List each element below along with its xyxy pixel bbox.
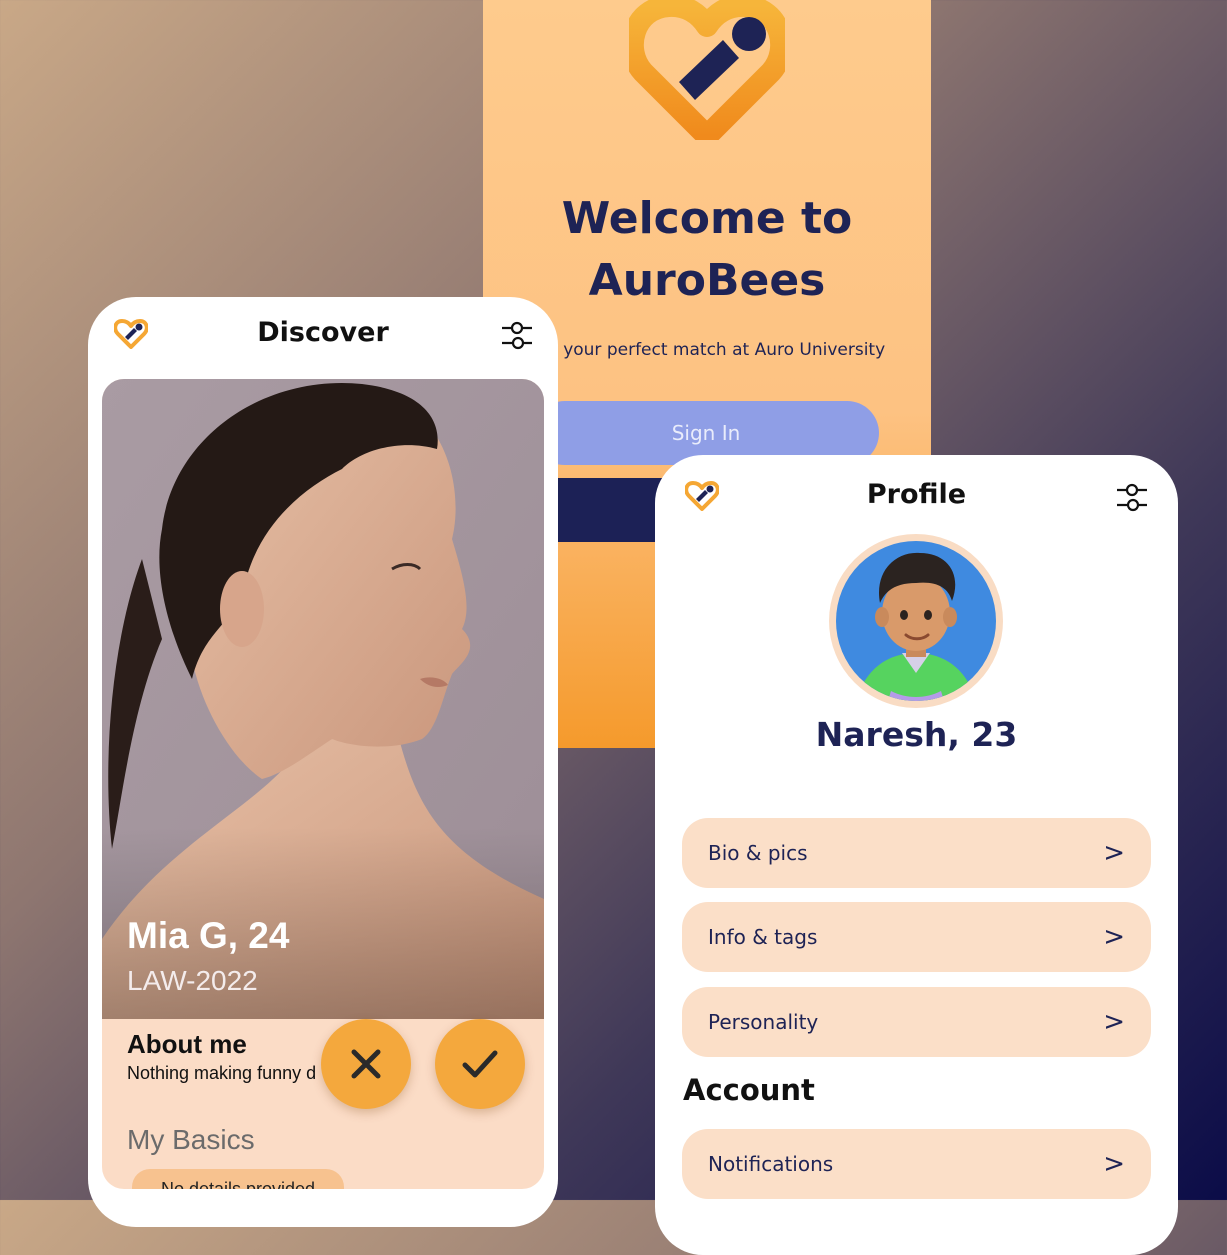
- heart-logo-icon: [629, 0, 785, 140]
- card-course: LAW-2022: [127, 965, 258, 996]
- menu-item-bio-pics[interactable]: Bio & pics >: [682, 818, 1151, 888]
- welcome-title-line2: AuroBees: [588, 255, 826, 306]
- about-me-heading: About me: [127, 1029, 247, 1059]
- reject-button[interactable]: [321, 1019, 411, 1109]
- close-icon: [351, 1049, 381, 1079]
- discover-title: Discover: [257, 317, 389, 348]
- chevron-right-icon: >: [1103, 1149, 1125, 1179]
- card-name: Mia G, 24: [127, 915, 290, 956]
- profile-screen: Profile Naresh, 23 Bio & pics > Info & t…: [655, 455, 1178, 1255]
- menu-item-label: Bio & pics: [708, 841, 808, 865]
- menu-item-label: Personality: [708, 1010, 819, 1034]
- filter-sliders-icon[interactable]: [1115, 481, 1149, 515]
- filter-sliders-icon[interactable]: [500, 319, 534, 353]
- menu-item-notifications[interactable]: Notifications >: [682, 1129, 1151, 1199]
- my-basics-heading: My Basics: [127, 1124, 255, 1155]
- avatar-image: [836, 541, 996, 701]
- menu-item-label: Notifications: [708, 1152, 834, 1176]
- menu-item-personality[interactable]: Personality >: [682, 987, 1151, 1057]
- discover-screen: Discover Mia G, 24 LAW-2022 About me Not…: [88, 297, 558, 1227]
- profile-name: Naresh, 23: [815, 715, 1018, 754]
- basics-badge: No details provided: [132, 1169, 344, 1189]
- welcome-title: Welcome to AuroBees: [483, 188, 931, 312]
- chevron-right-icon: >: [1103, 1007, 1125, 1037]
- profile-title: Profile: [866, 479, 967, 510]
- avatar[interactable]: [829, 534, 1003, 708]
- welcome-title-line1: Welcome to: [561, 193, 853, 244]
- chevron-right-icon: >: [1103, 922, 1125, 952]
- accept-button[interactable]: [435, 1019, 525, 1109]
- check-icon: [462, 1050, 498, 1078]
- about-me-text: Nothing making funny d: [127, 1063, 317, 1083]
- welcome-subtitle: d your perfect match at Auro University: [547, 340, 886, 360]
- account-heading: Account: [683, 1073, 815, 1107]
- chevron-right-icon: >: [1103, 838, 1125, 868]
- menu-item-info-tags[interactable]: Info & tags >: [682, 902, 1151, 972]
- menu-item-label: Info & tags: [708, 925, 818, 949]
